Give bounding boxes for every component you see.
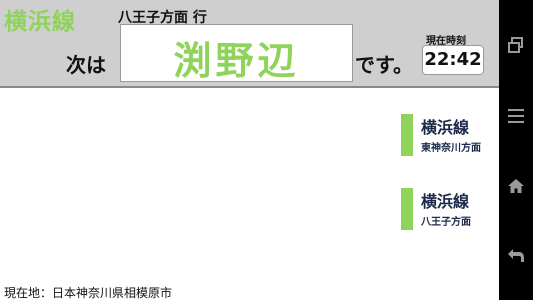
line-item-direction: 八王子方面 [421,217,471,228]
home-button[interactable] [499,166,533,206]
recent-apps-button[interactable] [499,25,533,65]
line-title: 横浜線 [4,9,76,35]
line-color-bar [401,188,413,230]
recent-apps-icon [508,37,523,53]
line-item-higashikanagawa[interactable]: 横浜線 東神奈川方面 [401,114,497,156]
system-navbar [499,0,533,300]
line-item-hachioji[interactable]: 横浜線 八王子方面 [401,188,497,230]
next-station-name: 渕野辺 [173,39,300,83]
desu-label: です。 [355,53,413,77]
current-location: 現在地：日本神奈川県相模原市 [4,286,173,300]
back-button[interactable] [499,236,533,276]
menu-icon [508,109,524,123]
line-item-name: 横浜線 [421,192,470,211]
line-item-direction: 東神奈川方面 [421,143,481,154]
home-icon [508,179,524,193]
back-icon [508,249,524,262]
line-color-bar [401,114,413,156]
line-item-name: 横浜線 [421,118,470,137]
station-box: 渕野辺 [120,24,353,83]
menu-button[interactable] [499,96,533,136]
next-label: 次は [66,53,106,77]
current-time-box: 22:42 [422,45,484,75]
current-time-value: 22:42 [424,49,482,70]
header: 横浜線 八王子方面 行 次は 渕野辺 です。 現在時刻 22:42 [0,0,499,88]
